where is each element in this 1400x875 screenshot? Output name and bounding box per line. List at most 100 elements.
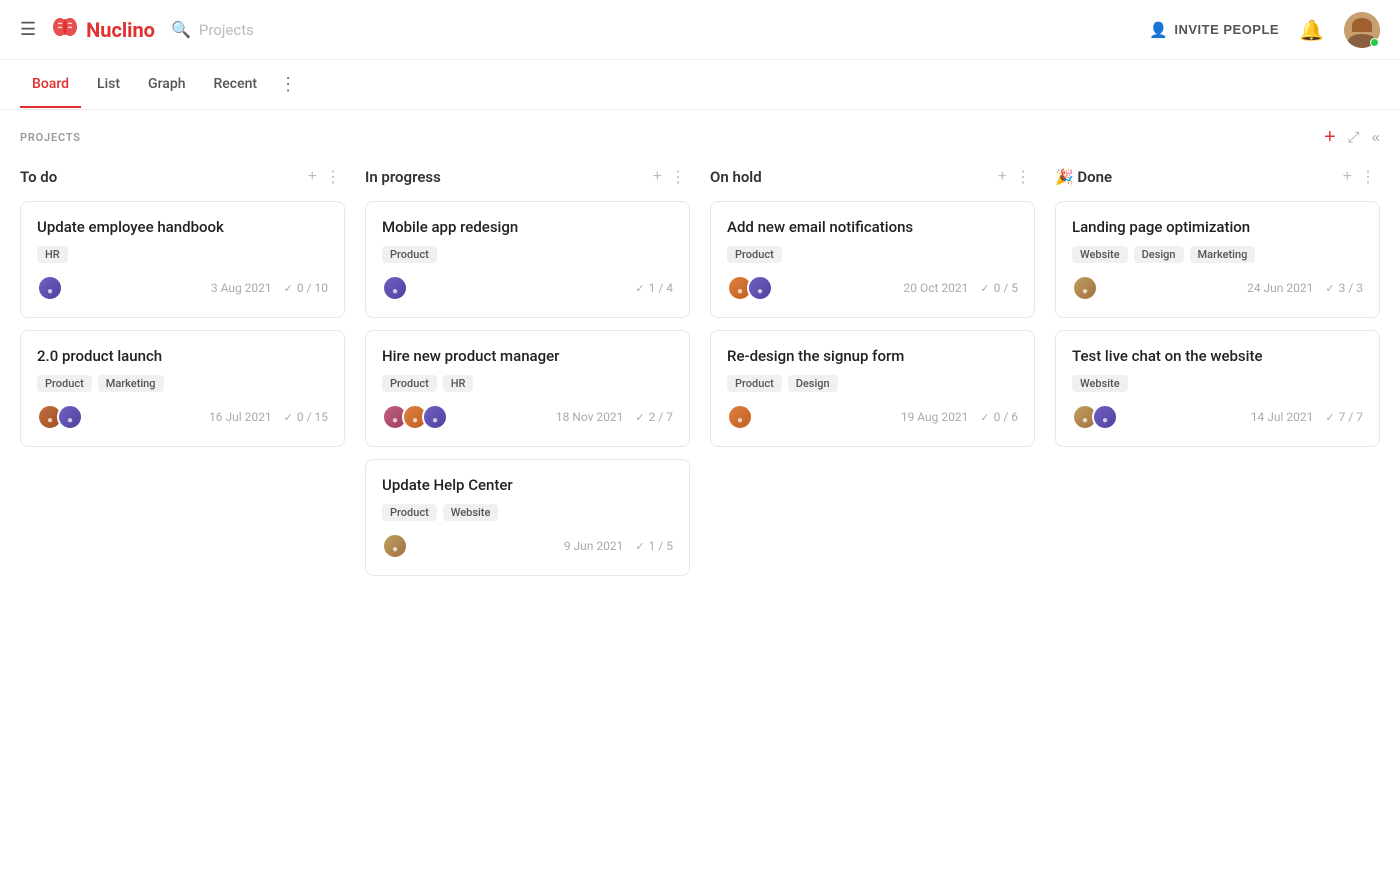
card-in-progress-0[interactable]: Mobile app redesignProduct✓ 1 / 4 [365,201,690,318]
user-avatar-wrapper[interactable] [1344,12,1380,48]
add-card-button-done[interactable]: + [1339,166,1356,188]
tab-board[interactable]: Board [20,62,81,108]
check-icon: ✓ [284,411,293,424]
column-emoji: 🎉 [1055,168,1074,186]
add-card-button-on-hold[interactable]: + [994,166,1011,188]
card-date: 14 Jul 2021 [1251,410,1314,424]
invite-people-button[interactable]: 👤 INVITE PEOPLE [1149,21,1279,39]
column-in-progress: In progress+⋮ Mobile app redesign Product ✓… [365,165,690,588]
column-title-on-hold: On hold [710,168,994,186]
card-avatars [1072,275,1092,301]
card-title: Landing page optimization [1072,218,1363,236]
logo[interactable]: Nuclino [52,16,155,44]
card-footer: 3 Aug 2021✓ 0 / 10 [37,275,328,301]
card-tags: WebsiteDesignMarketing [1072,246,1363,263]
add-card-button-in-progress[interactable]: + [649,166,666,188]
search-bar[interactable]: 🔍 Projects [171,20,254,39]
column-more-button-on-hold[interactable]: ⋮ [1011,165,1035,189]
check-icon: ✓ [980,411,989,424]
card-tag: Product [727,375,782,392]
card-checklist: ✓ 3 / 3 [1325,281,1363,295]
card-avatars [382,404,442,430]
tab-list[interactable]: List [85,62,132,108]
card-tag: Product [382,246,437,263]
check-icon: ✓ [284,282,293,295]
card-tags: ProductDesign [727,375,1018,392]
card-done-1[interactable]: Test live chat on the websiteWebsite14 J… [1055,330,1380,447]
kanban-board: To do+⋮Update employee handbookHR3 Aug 2… [20,165,1380,588]
card-meta: 19 Aug 2021✓ 0 / 6 [901,410,1018,424]
card-avatars [382,533,402,559]
column-on-hold: On hold+⋮ Add new email notifications Prod… [710,165,1035,588]
search-placeholder: Projects [199,21,254,39]
card-date: 20 Oct 2021 [903,281,968,295]
card-title: Update Help Center [382,476,673,494]
card-tags: Product [382,246,673,263]
card-checklist: ✓ 1 / 5 [635,539,673,553]
header: ☰ Nuclino 🔍 Projects 👤 INVIT [0,0,1400,60]
card-todo-1[interactable]: 2.0 product launch Product Marketing 16 Jul… [20,330,345,447]
card-on-hold-1[interactable]: Re-design the signup formProductDesign19… [710,330,1035,447]
expand-button[interactable]: ⤢ [1348,129,1360,146]
add-card-button-todo[interactable]: + [304,166,321,188]
header-right: 👤 INVITE PEOPLE 🔔 [1149,12,1380,48]
card-avatars [727,404,747,430]
card-tags: Product [727,246,1018,263]
tabs-more-icon[interactable]: ⋮ [273,60,303,109]
invite-label: INVITE PEOPLE [1174,22,1279,37]
card-meta: 14 Jul 2021✓ 7 / 7 [1251,410,1363,424]
projects-actions: + ⤢ « [1324,126,1380,149]
card-meta: 18 Nov 2021✓ 2 / 7 [556,410,673,424]
card-meta: 3 Aug 2021✓ 0 / 10 [211,281,328,295]
card-meta: 24 Jun 2021✓ 3 / 3 [1247,281,1363,295]
card-tag: Product [727,246,782,263]
check-icon: ✓ [635,411,644,424]
card-title: Mobile app redesign [382,218,673,236]
search-icon: 🔍 [171,20,191,39]
check-icon: ✓ [635,282,644,295]
card-on-hold-0[interactable]: Add new email notifications Product 20 Oct… [710,201,1035,318]
card-title: Hire new product manager [382,347,673,365]
card-avatar [422,404,448,430]
card-title: 2.0 product launch [37,347,328,365]
card-in-progress-1[interactable]: Hire new product managerProductHR18 Nov … [365,330,690,447]
card-footer: 20 Oct 2021✓ 0 / 5 [727,275,1018,301]
card-meta: 9 Jun 2021✓ 1 / 5 [564,539,673,553]
card-checklist: ✓ 0 / 15 [284,410,328,424]
add-project-button[interactable]: + [1324,126,1336,149]
card-tag: Marketing [1190,246,1256,263]
card-in-progress-2[interactable]: Update Help Center ProductWebsite 9 Jun 20… [365,459,690,576]
card-avatar [1092,404,1118,430]
hamburger-icon[interactable]: ☰ [20,19,36,40]
card-tags: Website [1072,375,1363,392]
card-avatars [727,275,767,301]
invite-icon: 👤 [1149,21,1168,39]
card-checklist: ✓ 0 / 6 [980,410,1018,424]
card-date: 3 Aug 2021 [211,281,272,295]
card-avatars [1072,404,1112,430]
card-avatar [1072,275,1098,301]
check-icon: ✓ [1325,282,1334,295]
tabs-nav: Board List Graph Recent ⋮ [0,60,1400,110]
card-date: 16 Jul 2021 [209,410,272,424]
card-avatars [382,275,402,301]
tab-recent[interactable]: Recent [201,62,269,108]
column-more-button-todo[interactable]: ⋮ [321,165,345,189]
column-more-button-in-progress[interactable]: ⋮ [666,165,690,189]
brain-icon [52,16,78,44]
bell-icon[interactable]: 🔔 [1299,18,1324,42]
column-header-in-progress: In progress+⋮ [365,165,690,189]
card-tag: Marketing [98,375,164,392]
card-tags: ProductWebsite [382,504,673,521]
card-title: Add new email notifications [727,218,1018,236]
column-more-button-done[interactable]: ⋮ [1356,165,1380,189]
card-tag: Website [443,504,499,521]
card-footer: 16 Jul 2021 ✓ 0 / 15 [37,404,328,430]
card-done-0[interactable]: Landing page optimization WebsiteDesignMa… [1055,201,1380,318]
collapse-button[interactable]: « [1372,129,1380,146]
card-todo-0[interactable]: Update employee handbookHR3 Aug 2021✓ 0 … [20,201,345,318]
card-avatar [57,404,83,430]
tab-graph[interactable]: Graph [136,62,197,108]
card-tag: Product [37,375,92,392]
card-date: 18 Nov 2021 [556,410,624,424]
